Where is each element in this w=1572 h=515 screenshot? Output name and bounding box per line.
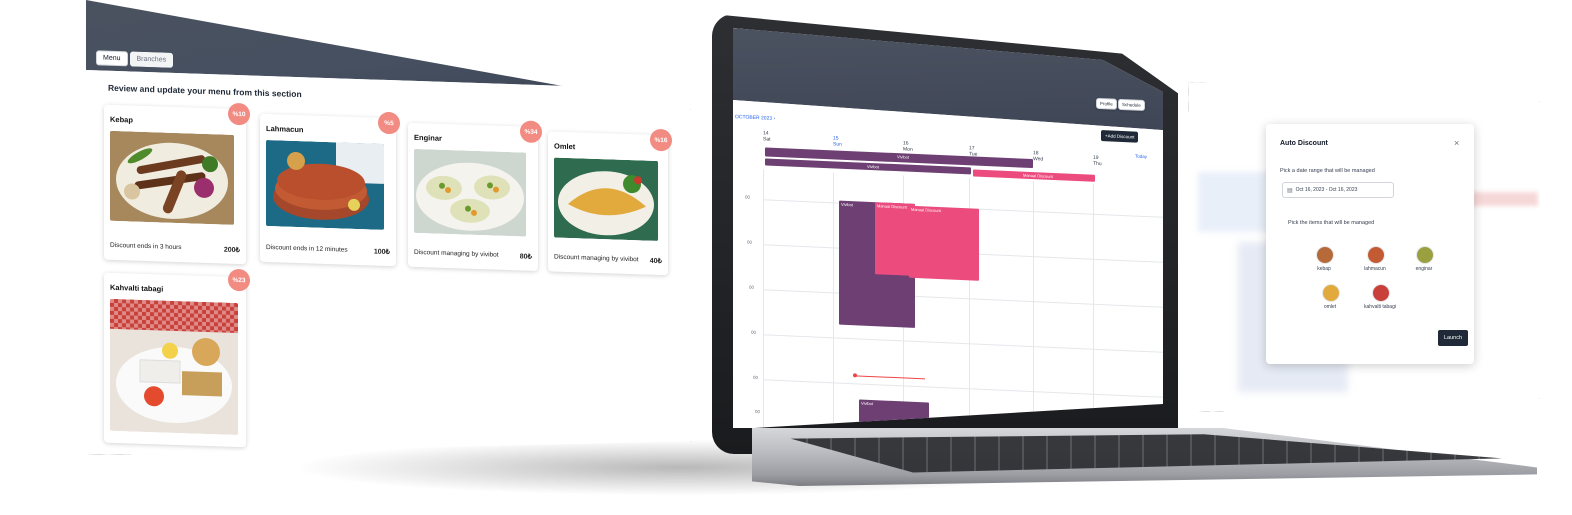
laptop-screen: Profile Schedule OCTOBER 2023 › +Add Dis… bbox=[733, 28, 1163, 428]
discount-badge: %23 bbox=[228, 268, 250, 292]
discount-note: Discount ends in 12 minutes bbox=[266, 243, 348, 254]
enginar-image bbox=[414, 148, 526, 237]
laptop-schedule-button[interactable]: Schedule bbox=[1118, 98, 1145, 111]
tab-branches[interactable]: Branches bbox=[129, 51, 174, 68]
item-name: Lahmacun bbox=[266, 123, 304, 135]
card-footer: Discount managing by vivibot 80₺ bbox=[414, 249, 532, 261]
card-footer: Discount ends in 3 hours 200₺ bbox=[110, 242, 240, 254]
date-range-input[interactable]: ▤ Oct 16, 2023 - Oct 16, 2023 bbox=[1282, 182, 1394, 198]
profile-button[interactable]: Profile bbox=[598, 62, 628, 78]
item-label: kebap bbox=[1317, 266, 1331, 272]
item-price: 200₺ bbox=[223, 246, 240, 255]
kahvalti-image bbox=[110, 298, 238, 436]
add-discount-button[interactable]: +Add Discount bbox=[1101, 130, 1139, 143]
discount-note: Discount managing by vivibot bbox=[554, 253, 639, 264]
page-title: Review and update your menu from this se… bbox=[108, 82, 302, 100]
current-time-dot bbox=[853, 373, 857, 378]
item-price: 80₺ bbox=[519, 253, 532, 261]
menu-panel: Profile Schedule Menu Branches Review an… bbox=[86, 0, 691, 455]
time-label: 00 bbox=[753, 374, 759, 381]
laptop-profile-button[interactable]: Profile bbox=[1096, 97, 1117, 110]
card-footer: Discount ends in 12 minutes 100₺ bbox=[266, 244, 390, 256]
calendar-icon: ▤ bbox=[1287, 187, 1293, 194]
tab-menu[interactable]: Menu bbox=[96, 50, 128, 67]
card-footer: Discount managing by vivibot 40₺ bbox=[554, 254, 662, 266]
discount-badge: %5 bbox=[378, 111, 400, 135]
discount-badge: %16 bbox=[650, 128, 672, 152]
day-header[interactable]: 16 Mon bbox=[903, 140, 913, 152]
auto-discount-modal: Auto Discount × Pick a date range that w… bbox=[1266, 124, 1474, 364]
item-name: Kahvalti tabagi bbox=[110, 282, 164, 294]
item-label: omlet bbox=[1323, 304, 1337, 310]
discount-badge: %34 bbox=[520, 120, 542, 144]
month-label[interactable]: OCTOBER 2023 › bbox=[735, 114, 775, 122]
item-lahmacun[interactable] bbox=[1367, 246, 1385, 264]
day-header[interactable]: 14 Sat bbox=[763, 130, 771, 142]
item-enginar[interactable] bbox=[1416, 246, 1434, 264]
item-name: Kebap bbox=[110, 114, 133, 125]
item-name: Omlet bbox=[554, 141, 576, 152]
menu-tabs: Menu Branches bbox=[96, 50, 174, 68]
day-header[interactable]: 19 Thu bbox=[1093, 155, 1102, 167]
time-label: 00 bbox=[747, 239, 753, 245]
close-icon[interactable]: × bbox=[1454, 138, 1459, 148]
item-label: enginar bbox=[1415, 266, 1433, 272]
discount-note: Discount ends in 3 hours bbox=[110, 241, 182, 252]
menu-card-enginar[interactable]: Enginar Discount managing by vivibot 80₺… bbox=[408, 120, 542, 271]
current-time-line bbox=[855, 375, 925, 380]
items-label: Pick the items that will be managed bbox=[1288, 220, 1375, 226]
time-label: 00 bbox=[755, 408, 761, 415]
menu-card-kebap[interactable]: Kebap Discount ends in 3 hours 200₺ %10 bbox=[104, 102, 250, 265]
menu-card-kahvalti-tabagi[interactable]: Kahvalti tabagi %23 bbox=[104, 268, 250, 448]
day-header[interactable]: 18 Wed bbox=[1033, 150, 1043, 162]
kebap-image bbox=[110, 130, 234, 225]
event-manual-discount[interactable]: Manual Discount bbox=[909, 205, 979, 281]
discount-note: Discount managing by vivibot bbox=[414, 248, 499, 259]
day-header[interactable]: 15 Sun bbox=[833, 135, 842, 147]
omlet-image bbox=[554, 157, 658, 241]
discount-badge: %10 bbox=[228, 102, 250, 126]
month-text: OCTOBER 2023 bbox=[735, 114, 773, 122]
time-label: 00 bbox=[749, 284, 755, 290]
date-range-value: Oct 16, 2023 - Oct 16, 2023 bbox=[1295, 187, 1358, 193]
allday-event-manual[interactable]: Manual Discount bbox=[973, 169, 1095, 182]
item-omlet[interactable] bbox=[1322, 284, 1340, 302]
time-label: 00 bbox=[745, 194, 751, 200]
item-price: 40₺ bbox=[649, 257, 662, 266]
item-label: lahmacun bbox=[1364, 266, 1386, 272]
lahmacun-image bbox=[266, 139, 384, 230]
schedule-button[interactable]: Schedule bbox=[626, 63, 664, 80]
chevron-right-icon[interactable]: › bbox=[774, 116, 776, 122]
today-link[interactable]: Today bbox=[1135, 154, 1147, 160]
launch-button[interactable]: Launch bbox=[1438, 330, 1469, 346]
date-range-label: Pick a date range that will be managed bbox=[1280, 168, 1375, 174]
modal-title: Auto Discount bbox=[1280, 140, 1328, 147]
menu-card-omlet[interactable]: Omlet Discount managing by vivibot 40₺ %… bbox=[548, 128, 672, 276]
item-label: kahvalti tabagi bbox=[1364, 304, 1396, 310]
menu-card-lahmacun[interactable]: Lahmacun Discount ends in 12 minutes 100… bbox=[260, 111, 400, 267]
item-name: Enginar bbox=[414, 132, 442, 143]
time-label: 00 bbox=[751, 329, 757, 336]
item-kahvalti-tabagi[interactable] bbox=[1372, 284, 1390, 302]
item-price: 100₺ bbox=[373, 248, 390, 257]
item-kebap[interactable] bbox=[1316, 246, 1334, 264]
